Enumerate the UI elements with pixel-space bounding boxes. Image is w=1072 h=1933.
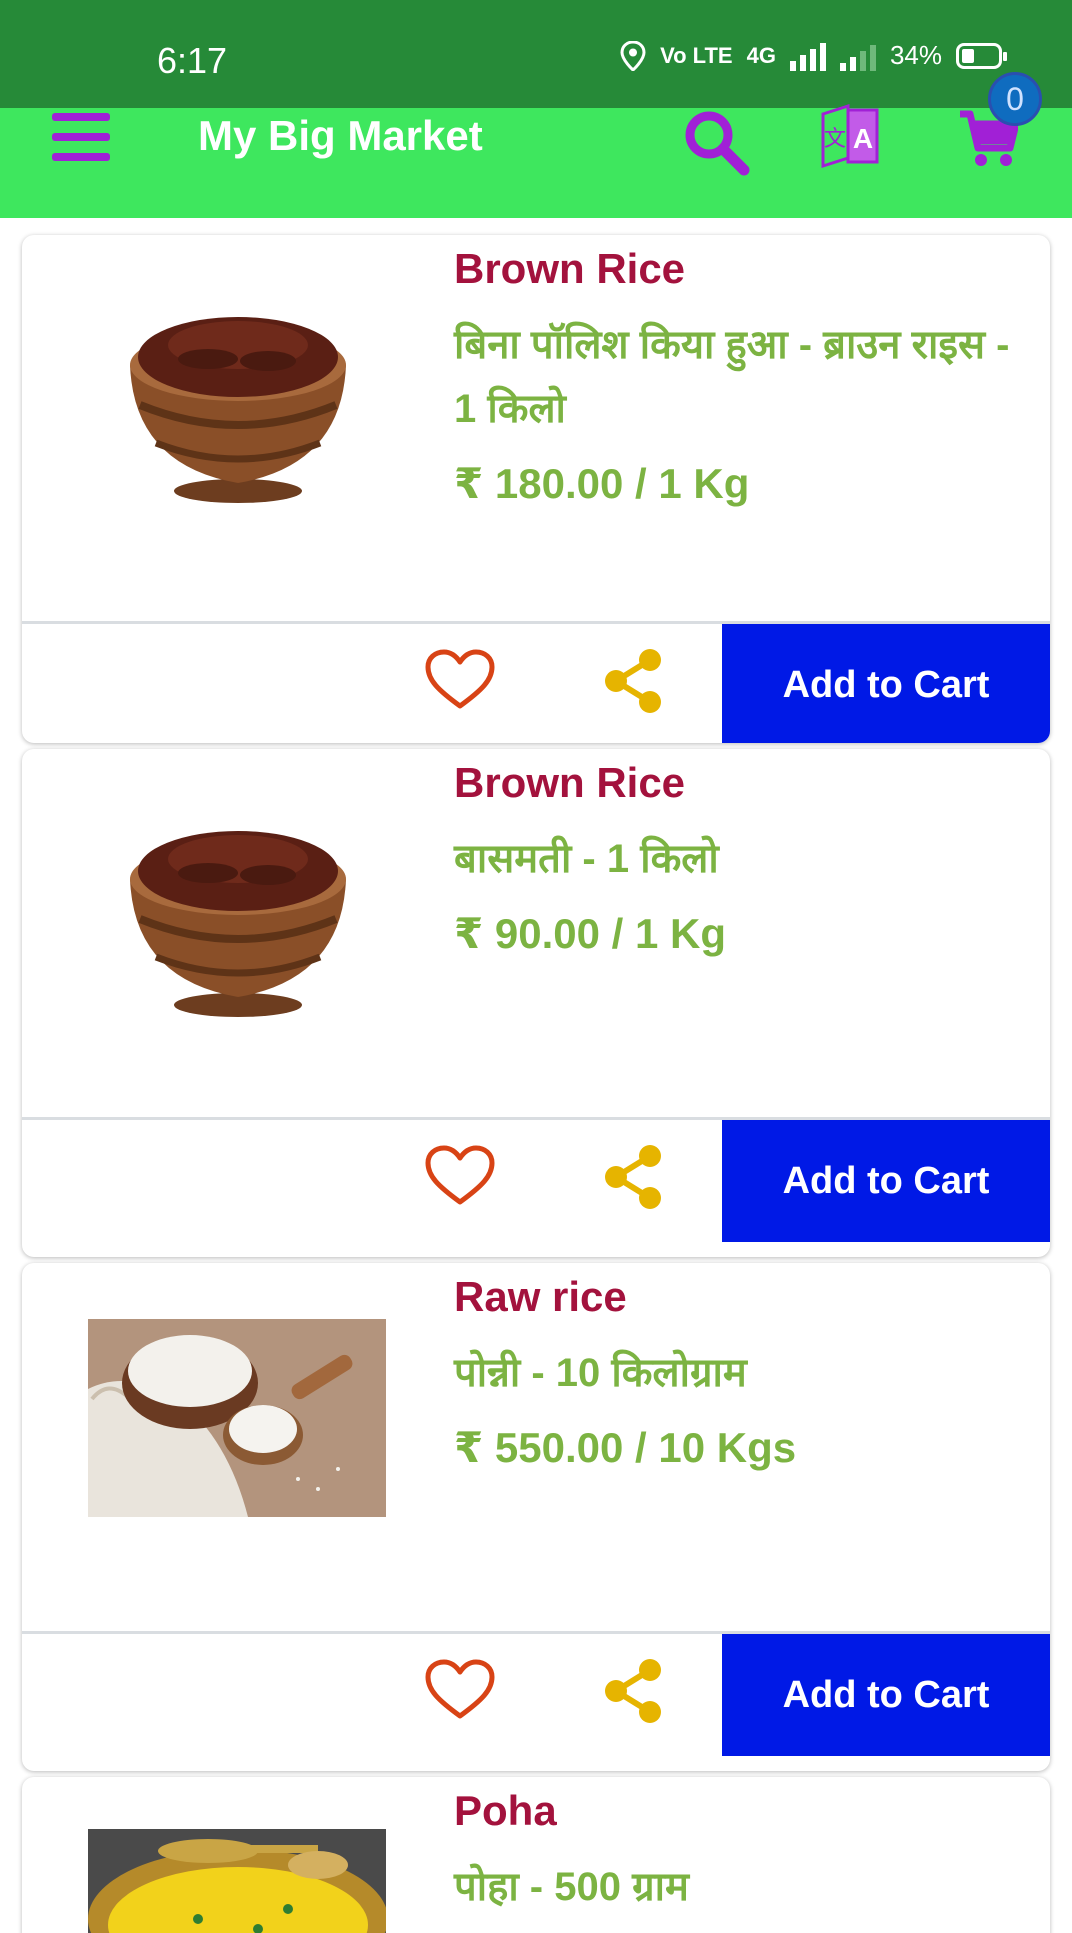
heart-icon[interactable]: [424, 1144, 496, 1208]
product-actions: Add to Cart: [22, 1117, 1050, 1242]
product-image: [88, 1319, 386, 1517]
poha-photo: [88, 1829, 386, 1933]
product-description: बासमती - 1 किलो: [454, 837, 719, 881]
product-name: Raw rice: [454, 1273, 627, 1320]
network-type-label: 4G: [746, 42, 776, 68]
signal-1-icon: [789, 41, 826, 71]
menu-icon[interactable]: [52, 113, 110, 163]
raw-rice-photo: [88, 1319, 386, 1517]
product-price: ₹ 90.00 / 1 Kg: [454, 910, 727, 957]
product-price: ₹ 550.00 / 10 Kgs: [454, 1424, 797, 1471]
product-image: [88, 809, 388, 1039]
product-image: [88, 1829, 386, 1933]
svg-text:文: 文: [824, 127, 846, 152]
signal-2-icon: [839, 41, 876, 71]
search-icon[interactable]: [682, 108, 750, 176]
product-description: पोहा - 500 ग्राम: [454, 1865, 689, 1909]
product-card[interactable]: Brown Rice बिना पॉलिश किया हुआ - ब्राउन …: [22, 235, 1050, 743]
product-name: Poha: [454, 1787, 557, 1834]
product-description: बिना पॉलिश किया हुआ - ब्राउन राइस - 1 कि…: [454, 323, 1010, 431]
product-card[interactable]: Poha पोहा - 500 ग्राम: [22, 1777, 1050, 1933]
battery-percent: 34%: [889, 40, 942, 70]
status-bar: 6:17 Vo LTE 4G 34%: [0, 0, 1072, 108]
product-name: Brown Rice: [454, 245, 686, 292]
add-to-cart-button[interactable]: Add to Cart: [722, 1120, 1050, 1242]
translate-icon[interactable]: A 文: [820, 102, 880, 170]
status-time: 6:17: [157, 40, 228, 81]
product-card[interactable]: Raw rice पोन्नी - 10 किलोग्राम ₹ 550.00 …: [22, 1263, 1050, 1771]
app-title: My Big Market: [198, 112, 483, 159]
cart-count-badge: 0: [988, 72, 1042, 126]
location-icon: [620, 40, 646, 71]
product-actions: Add to Cart: [22, 1631, 1050, 1756]
brown-rice-bowl-image: [130, 317, 346, 503]
battery-icon: [956, 42, 1007, 69]
product-description: पोन्नी - 10 किलोग्राम: [454, 1351, 747, 1395]
add-to-cart-button[interactable]: Add to Cart: [722, 1634, 1050, 1756]
product-card[interactable]: Brown Rice बासमती - 1 किलो ₹ 90.00 / 1 K…: [22, 749, 1050, 1257]
share-icon[interactable]: [602, 1144, 666, 1210]
product-actions: Add to Cart: [22, 621, 1050, 743]
status-icons: Vo LTE 4G 34%: [620, 40, 1007, 71]
app-bar: My Big Market A 文: [0, 103, 1072, 218]
add-to-cart-button[interactable]: Add to Cart: [722, 624, 1050, 743]
share-icon[interactable]: [602, 1658, 666, 1724]
product-image: [88, 295, 388, 525]
svg-text:A: A: [853, 123, 873, 154]
product-name: Brown Rice: [454, 759, 686, 806]
heart-icon[interactable]: [424, 1658, 496, 1722]
share-icon[interactable]: [602, 648, 666, 714]
brown-rice-bowl-image: [130, 831, 346, 1017]
volte-label: Vo LTE: [660, 42, 733, 68]
product-price: ₹ 180.00 / 1 Kg: [454, 460, 750, 507]
heart-icon[interactable]: [424, 648, 496, 712]
